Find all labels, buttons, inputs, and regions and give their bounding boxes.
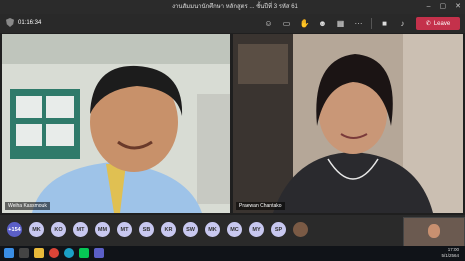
overflow-participants-badge[interactable]: +154 bbox=[7, 222, 22, 237]
breakout-rooms-icon[interactable]: ▦ bbox=[335, 18, 346, 29]
windows-start-icon[interactable] bbox=[4, 248, 14, 258]
reactions-icon[interactable]: ☻ bbox=[317, 18, 328, 29]
windows-taskbar: 17:00 5/1/2564 bbox=[0, 246, 465, 261]
participant-avatar[interactable]: MT bbox=[73, 222, 88, 237]
camera-icon[interactable]: ■ bbox=[379, 18, 390, 29]
self-view-face bbox=[428, 224, 440, 238]
people-icon[interactable]: ☺ bbox=[263, 18, 274, 29]
leave-button[interactable]: ✆ Leave bbox=[416, 17, 460, 30]
participant-avatar[interactable]: KO bbox=[51, 222, 66, 237]
participant-name-right: Praewan Chantako bbox=[236, 202, 285, 210]
title-bar: งานสัมมนานักศึกษา หลักสูตร ... ชั้นปีที่… bbox=[0, 0, 465, 14]
self-view-video[interactable] bbox=[403, 217, 465, 247]
participant-avatar[interactable]: MM bbox=[95, 222, 110, 237]
participant-avatar[interactable]: MT bbox=[117, 222, 132, 237]
participant-avatar[interactable]: SP bbox=[271, 222, 286, 237]
participant-avatar[interactable]: MC bbox=[227, 222, 242, 237]
participant-avatar[interactable]: SW bbox=[183, 222, 198, 237]
teams-icon[interactable] bbox=[94, 248, 104, 258]
video-tile-left[interactable]: Weiha Kassmouk bbox=[2, 34, 230, 213]
participant-avatar[interactable]: SB bbox=[139, 222, 154, 237]
participant-name-left: Weiha Kassmouk bbox=[5, 202, 50, 210]
chat-icon[interactable]: ▭ bbox=[281, 18, 292, 29]
search-icon[interactable] bbox=[19, 248, 29, 258]
more-icon[interactable]: ··· bbox=[353, 18, 364, 29]
video-tile-right[interactable]: Praewan Chantako bbox=[233, 34, 463, 213]
maximize-icon[interactable]: ▢ bbox=[440, 0, 447, 14]
meeting-timer: 01:16:34 bbox=[6, 18, 41, 27]
video-feed-left bbox=[2, 34, 230, 213]
shield-icon bbox=[6, 18, 14, 27]
minimize-icon[interactable]: – bbox=[427, 0, 431, 14]
line-icon[interactable] bbox=[79, 248, 89, 258]
edge-icon[interactable] bbox=[64, 248, 74, 258]
participant-photo-avatar[interactable] bbox=[293, 222, 308, 237]
participant-avatar[interactable]: KR bbox=[161, 222, 176, 237]
mic-icon[interactable]: ♪ bbox=[397, 18, 408, 29]
participant-strip: +154 MK KO MT MM MT SB KR SW MK MC MY SP bbox=[0, 215, 465, 247]
chrome-icon[interactable] bbox=[49, 248, 59, 258]
meeting-toolbar: 01:16:34 ☺ ▭ ✋ ☻ ▦ ··· ■ ♪ ⇪ ✆ Leave bbox=[0, 14, 465, 33]
close-icon[interactable]: ✕ bbox=[455, 0, 461, 14]
system-tray[interactable]: 17:00 5/1/2564 bbox=[441, 247, 459, 259]
participant-avatar[interactable]: MK bbox=[29, 222, 44, 237]
participant-avatar[interactable]: MY bbox=[249, 222, 264, 237]
clock-date: 5/1/2564 bbox=[441, 253, 459, 258]
phone-icon: ✆ bbox=[425, 21, 431, 27]
participant-avatar[interactable]: MK bbox=[205, 222, 220, 237]
video-feed-right bbox=[233, 34, 463, 213]
raise-hand-icon[interactable]: ✋ bbox=[299, 18, 310, 29]
file-explorer-icon[interactable] bbox=[34, 248, 44, 258]
toolbar-divider bbox=[371, 18, 372, 29]
timer-text: 01:16:34 bbox=[18, 19, 42, 26]
window-title: งานสัมมนานักศึกษา หลักสูตร ... ชั้นปีที่… bbox=[172, 4, 298, 10]
leave-label: Leave bbox=[433, 20, 451, 27]
